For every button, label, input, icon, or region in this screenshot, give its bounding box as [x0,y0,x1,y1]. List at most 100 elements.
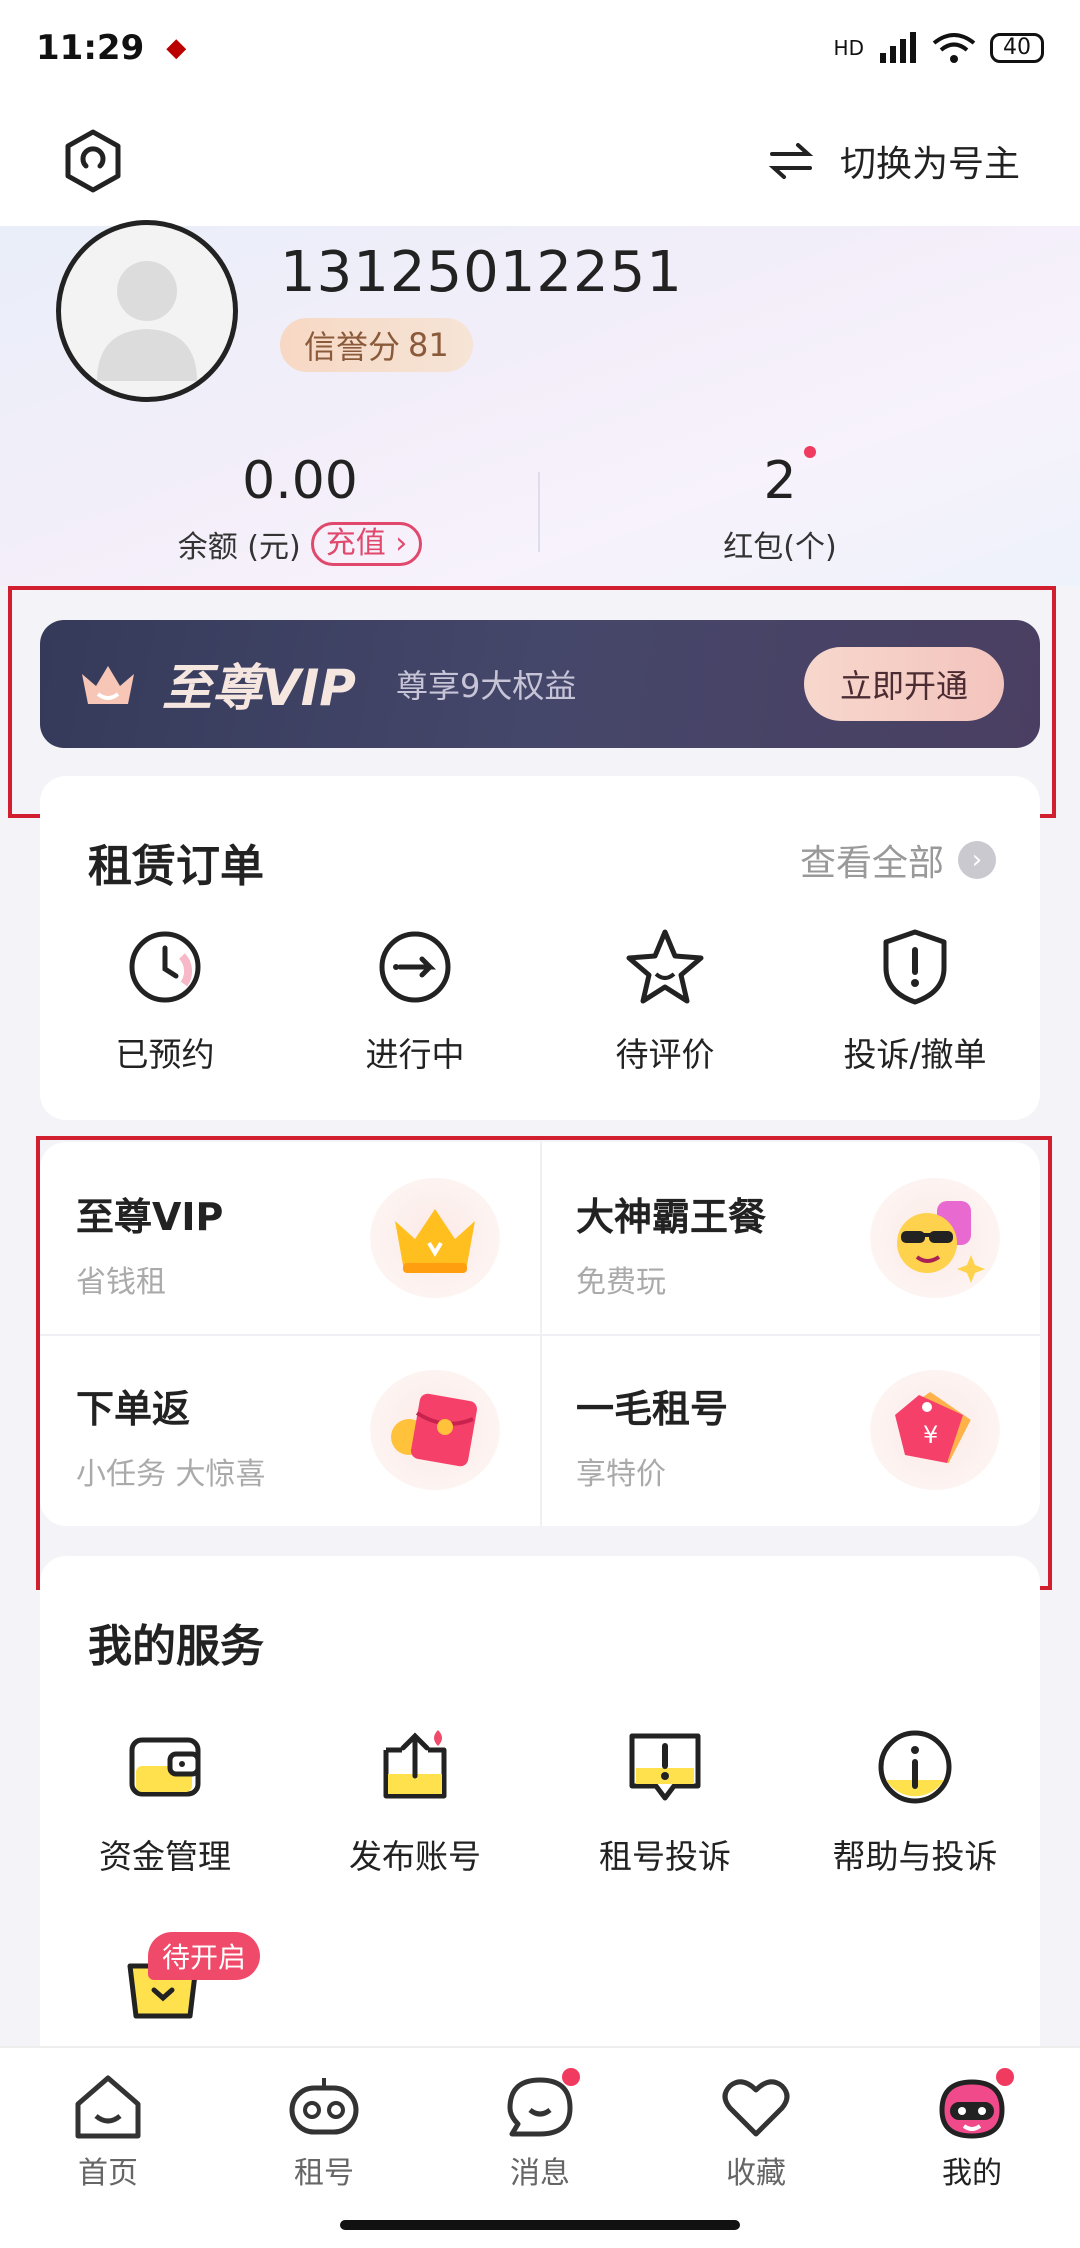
signal-icon [880,32,916,63]
network-type: HD [833,36,864,60]
profile-section: 13125012251 信誉分 81 0.00 余额 (元) 充值 › 2 红包… [0,220,1080,586]
services-title: 我的服务 [88,1621,264,1672]
promo-dime-rent-image: ¥ [870,1370,1000,1490]
nav-rent[interactable]: 租号 [216,2048,432,2248]
arrow-right-circle-icon [379,931,451,1003]
view-all-label: 查看全部 [799,843,944,884]
credit-badge[interactable]: 信誉分 81 [280,318,473,372]
order-reserved[interactable]: 已预约 [40,926,290,1076]
promo-god-meal[interactable]: 大神霸王餐 免费玩 [540,1142,1040,1334]
default-avatar-icon [97,261,197,381]
home-icon [75,2075,141,2139]
info-icon [878,1730,952,1804]
balance-stat[interactable]: 0.00 余额 (元) 充值 › [100,446,500,566]
bottom-nav: 首页 租号 消息 收藏 我的 [0,2046,1080,2248]
vip-title: 至尊VIP [162,659,356,717]
balance-label-row: 余额 (元) 充值 › [100,522,500,566]
rental-orders-card: 租赁订单 查看全部 › 已预约 进行中 待评价 投诉/撤单 [40,776,1040,1120]
order-to-review[interactable]: 待评价 [540,926,790,1076]
order-complaint[interactable]: 投诉/撤单 [790,926,1040,1076]
nav-home[interactable]: 首页 [0,2048,216,2248]
battery-indicator: 40 [990,33,1044,63]
promo-order-return[interactable]: 下单返 小任务 大惊喜 [40,1334,540,1526]
my-services-card: 我的服务 资金管理 发布账号 租号投诉 帮助与投诉 待开启 [40,1556,1040,2076]
balance-value: 0.00 [242,451,358,511]
nav-messages[interactable]: 消息 [432,2048,648,2248]
wallet-stats: 0.00 余额 (元) 充值 › 2 红包(个) [0,446,1080,576]
settings-hex-icon[interactable] [60,128,126,194]
redpack-label: 红包(个) [723,530,837,565]
nav-favorites-label: 收藏 [726,2156,786,2191]
cool-face-icon [897,1201,985,1283]
red-envelope-icon [391,1393,478,1467]
mine-dot [996,2068,1014,2086]
pending-badge: 待开启 [148,1932,261,1980]
vip-subtitle: 尊享9大权益 [395,667,577,705]
status-time: 11:29 [36,28,145,68]
clock-icon [129,931,201,1003]
switch-role-button[interactable]: 切换为号主 [766,135,1020,187]
view-all-link[interactable]: 查看全部 › [800,834,996,886]
crown-icon [82,666,134,704]
order-reserved-label: 已预约 [115,1035,215,1074]
service-publish[interactable]: 发布账号 [290,1724,540,1878]
svg-text:¥: ¥ [923,1421,938,1449]
heart-icon [722,2079,790,2137]
nav-home-label: 首页 [78,2156,138,2191]
home-indicator[interactable] [340,2220,740,2230]
stats-divider [538,472,540,552]
upload-icon [383,1730,447,1799]
nav-messages-label: 消息 [510,2156,570,2191]
wallet-icon [129,1737,201,1797]
price-tag-icon: ¥ [895,1391,971,1464]
order-complaint-label: 投诉/撤单 [843,1035,987,1074]
credit-label: 信誉分 [304,328,401,366]
crown-icon [395,1209,475,1273]
chevron-right-icon: › [958,841,996,879]
switch-role-label: 切换为号主 [839,144,1020,185]
promo-vip-image [370,1178,500,1298]
status-bar: 11:29 ◆ HD 40 [0,0,1080,96]
redpack-dot [804,446,816,458]
top-bar: 切换为号主 [0,96,1080,226]
promo-grid: 至尊VIP 省钱租 大神霸王餐 免费玩 下单返 小任务 大惊喜 一毛租号 享特价… [40,1142,1040,1526]
service-account-complaint-label: 租号投诉 [599,1837,731,1876]
order-to-review-label: 待评价 [615,1035,715,1074]
swap-icon [768,143,814,179]
service-publish-label: 发布账号 [349,1837,481,1876]
order-in-progress[interactable]: 进行中 [290,926,540,1076]
gamepad-icon [289,2078,359,2135]
notification-icon: ◆ [166,33,187,63]
service-account-complaint[interactable]: 租号投诉 [540,1724,790,1878]
status-icons: HD 40 [834,31,1044,65]
orders-title: 租赁订单 [88,841,264,892]
services-grid: 资金管理 发布账号 租号投诉 帮助与投诉 [40,1724,1040,1878]
redpack-stat[interactable]: 2 红包(个) [580,446,980,566]
redpack-value: 2 [763,451,797,511]
promo-god-meal-image [870,1178,1000,1298]
star-icon [626,929,704,1004]
vip-banner[interactable]: 至尊VIP 尊享9大权益 立即开通 [40,620,1040,748]
user-phone: 13125012251 [280,240,683,305]
promo-vip[interactable]: 至尊VIP 省钱租 [40,1142,540,1334]
service-funds[interactable]: 资金管理 [40,1724,290,1878]
service-help-label: 帮助与投诉 [832,1837,998,1876]
shield-alert-icon [883,929,947,1005]
service-help[interactable]: 帮助与投诉 [790,1724,1040,1878]
avatar[interactable] [56,220,238,402]
service-funds-label: 资金管理 [99,1837,231,1876]
promo-order-return-image [370,1370,500,1490]
order-in-progress-label: 进行中 [365,1035,465,1074]
messages-dot [562,2068,580,2086]
balance-label: 余额 (元) [177,530,301,565]
chat-alert-icon [629,1733,701,1801]
orders-grid: 已预约 进行中 待评价 投诉/撤单 [40,926,1040,1076]
nav-mine-label: 我的 [942,2156,1002,2191]
vip-open-button[interactable]: 立即开通 [803,647,1004,721]
nav-mine[interactable]: 我的 [864,2048,1080,2248]
promo-dime-rent[interactable]: 一毛租号 享特价 ¥ [540,1334,1040,1526]
recharge-button[interactable]: 充值 › [310,522,423,566]
nav-favorites[interactable]: 收藏 [648,2048,864,2248]
wifi-icon [932,33,976,63]
nav-rent-label: 租号 [294,2156,354,2191]
